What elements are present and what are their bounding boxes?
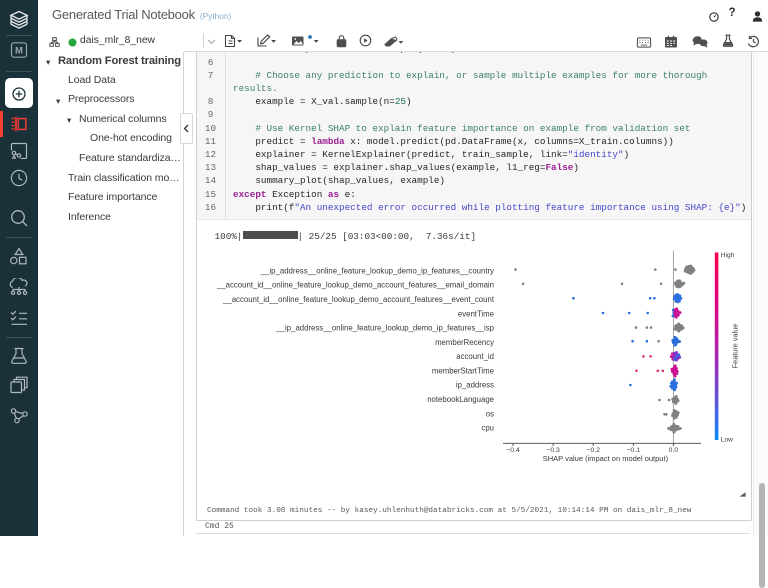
svg-text:__ip_address__online_feature_l: __ip_address__online_feature_lookup_demo… <box>260 266 494 275</box>
svg-text:ip_address: ip_address <box>456 381 494 390</box>
svg-text:__account_id__online_feature_l: __account_id__online_feature_lookup_demo… <box>222 295 495 304</box>
svg-text:__ip_address__online_feature_l: __ip_address__online_feature_lookup_demo… <box>275 324 494 333</box>
svg-text:notebookLanguage: notebookLanguage <box>427 395 494 404</box>
svg-text:High: High <box>721 252 735 259</box>
svg-text:Feature value: Feature value <box>731 324 740 369</box>
svg-text:Low: Low <box>721 437 733 444</box>
svg-text:SHAP value (impact on model ou: SHAP value (impact on model output) <box>543 454 669 463</box>
svg-text:eventTime: eventTime <box>458 309 494 318</box>
svg-text:0.0: 0.0 <box>669 447 679 454</box>
svg-text:os: os <box>486 409 494 418</box>
svg-text:−0.3: −0.3 <box>546 447 560 454</box>
svg-text:cpu: cpu <box>481 424 494 433</box>
svg-text:account_id: account_id <box>456 352 494 361</box>
svg-text:__account_id__online_feature_l: __account_id__online_feature_lookup_demo… <box>216 281 494 290</box>
svg-text:−0.2: −0.2 <box>586 447 600 454</box>
svg-text:memberRecency: memberRecency <box>435 338 494 347</box>
svg-text:−0.4: −0.4 <box>506 447 520 454</box>
svg-text:memberStartTime: memberStartTime <box>432 366 494 375</box>
svg-text:M: M <box>15 46 23 57</box>
svg-text:−0.1: −0.1 <box>627 447 641 454</box>
